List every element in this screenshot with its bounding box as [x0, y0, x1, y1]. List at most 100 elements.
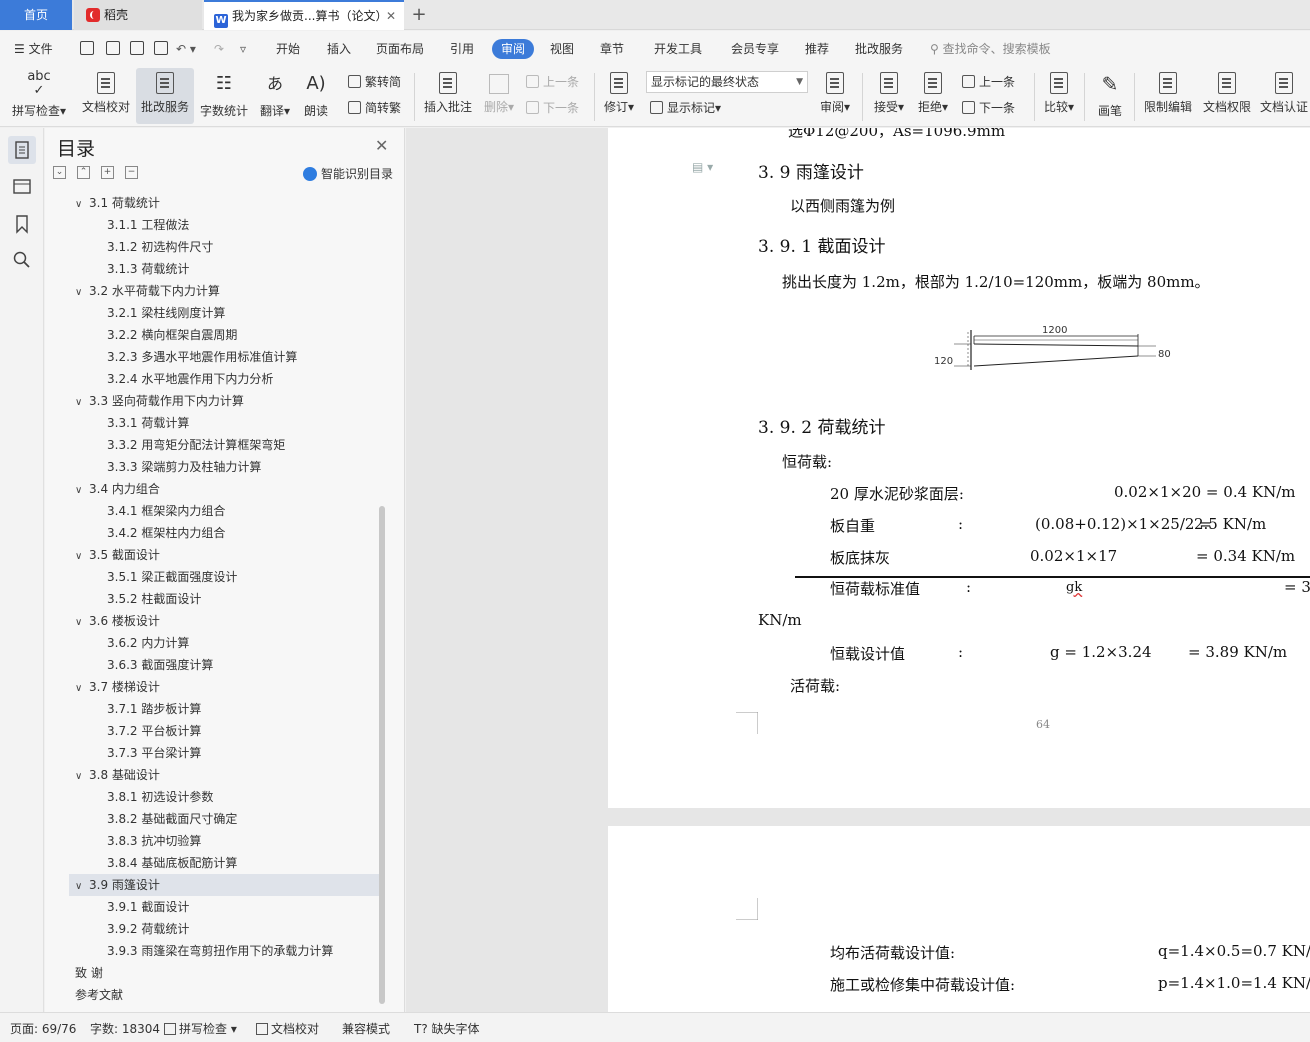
- markup-state-select[interactable]: 显示标记的最终状态 ▼: [646, 71, 808, 93]
- pen-button[interactable]: ✎ 画笔: [1092, 68, 1128, 124]
- command-search[interactable]: ⚲ 查找命令、搜索模板: [930, 39, 1051, 59]
- toc-item[interactable]: 3.8.1 初选设计参数: [107, 786, 213, 808]
- menu-tab-1[interactable]: 插入: [327, 39, 351, 59]
- next-change-button[interactable]: 下一条: [962, 99, 1015, 117]
- menu-tab-3[interactable]: 引用: [450, 39, 474, 59]
- reject-button[interactable]: 拒绝▾: [914, 68, 952, 124]
- comment-marker-icon[interactable]: ▤ ▾: [692, 160, 713, 174]
- toc-item[interactable]: 3.8.2 基础截面尺寸确定: [107, 808, 237, 830]
- delete-comment-button[interactable]: 删除▾: [480, 68, 518, 124]
- expand-up-icon[interactable]: ⌃: [77, 166, 90, 179]
- toc-item[interactable]: 3.9.3 雨篷梁在弯剪扭作用下的承载力计算: [107, 940, 333, 962]
- menu-tab-4[interactable]: 审阅: [492, 39, 535, 59]
- accept-button[interactable]: 接受▾: [870, 68, 908, 124]
- find-panel-button[interactable]: [12, 250, 32, 270]
- toc-section[interactable]: ∨ 3.9 雨篷设计: [69, 874, 379, 896]
- prev-comment-button[interactable]: 上一条: [526, 73, 579, 91]
- toc-item[interactable]: 3.1.2 初选构件尺寸: [107, 236, 213, 258]
- show-markup-button[interactable]: 显示标记▾: [650, 99, 721, 117]
- toc-section[interactable]: ∨ 3.3 竖向荷载作用下内力计算: [75, 390, 244, 412]
- doc-proof-button[interactable]: 文档校对: [78, 68, 134, 124]
- page-indicator[interactable]: 页面: 69/76: [10, 1020, 76, 1037]
- word-count-button[interactable]: ☷ 字数统计: [198, 68, 250, 124]
- compat-mode[interactable]: 兼容模式: [342, 1020, 390, 1037]
- toc-item[interactable]: 3.2.3 多遇水平地震作用标准值计算: [107, 346, 297, 368]
- word-count-indicator[interactable]: 字数: 18304: [90, 1020, 160, 1037]
- toc-item[interactable]: 3.9.1 截面设计: [107, 896, 189, 918]
- toc-item[interactable]: 3.4.2 框架柱内力组合: [107, 522, 225, 544]
- toc-section[interactable]: ∨ 3.1 荷载统计: [75, 192, 160, 214]
- toc-item[interactable]: 3.5.1 梁正截面强度设计: [107, 566, 237, 588]
- chevron-down-icon[interactable]: ∨: [75, 766, 85, 788]
- save-icon[interactable]: [80, 41, 94, 55]
- compare-button[interactable]: 比较▾: [1040, 68, 1078, 124]
- toc-panel-button[interactable]: [8, 136, 36, 164]
- simp-to-trad-button[interactable]: 简转繁: [348, 99, 401, 117]
- review-pane-button[interactable]: 审阅▾: [816, 68, 854, 124]
- revise-service-button[interactable]: 批改服务: [136, 68, 194, 124]
- bookmark-panel-button[interactable]: [12, 214, 32, 234]
- doc-permission-button[interactable]: 文档权限: [1200, 68, 1254, 124]
- chevron-down-icon[interactable]: ∨: [75, 392, 85, 414]
- doc-cert-button[interactable]: 文档认证: [1258, 68, 1310, 124]
- menu-tab-7[interactable]: 开发工具: [654, 39, 702, 59]
- track-changes-button[interactable]: 修订▾: [600, 68, 638, 124]
- translate-button[interactable]: あ 翻译▾: [256, 68, 294, 124]
- tab-home[interactable]: 首页: [0, 0, 72, 30]
- close-tab-icon[interactable]: ✕: [386, 2, 396, 30]
- status-spellcheck[interactable]: 拼写检查 ▾: [164, 1020, 237, 1037]
- toc-item[interactable]: 3.9.2 荷载统计: [107, 918, 189, 940]
- quick-access-dropdown-icon[interactable]: ▿: [240, 39, 246, 59]
- menu-tab-0[interactable]: 开始: [276, 39, 300, 59]
- toc-section[interactable]: ∨ 3.7 楼梯设计: [75, 676, 160, 698]
- new-tab-button[interactable]: +: [406, 0, 432, 30]
- toc-item[interactable]: 3.3.3 梁端剪力及柱轴力计算: [107, 456, 261, 478]
- status-doc-proof[interactable]: 文档校对: [256, 1020, 319, 1037]
- toc-item[interactable]: 3.1.3 荷载统计: [107, 258, 189, 280]
- tab-daoke[interactable]: 稻壳: [74, 0, 202, 30]
- menu-tab-2[interactable]: 页面布局: [376, 39, 424, 59]
- print-icon[interactable]: [130, 41, 144, 55]
- toc-section[interactable]: ∨ 3.6 楼板设计: [75, 610, 160, 632]
- tab-document[interactable]: W 我为家乡做贡...算书（论文） ✕: [204, 0, 404, 30]
- chevron-down-icon[interactable]: ∨: [75, 876, 85, 898]
- redo-icon[interactable]: ↷: [214, 39, 224, 59]
- outline-panel-button[interactable]: [12, 176, 32, 196]
- close-icon[interactable]: ✕: [375, 136, 388, 155]
- missing-font[interactable]: T? 缺失字体: [414, 1020, 480, 1037]
- toc-item[interactable]: 参考文献: [75, 984, 123, 1006]
- restrict-edit-button[interactable]: 限制编辑: [1140, 68, 1196, 124]
- chevron-down-icon[interactable]: ∨: [75, 282, 85, 304]
- toc-scrollbar[interactable]: [379, 506, 385, 1004]
- file-menu[interactable]: ☰ 文件: [14, 39, 53, 59]
- toc-item[interactable]: 3.2.2 横向框架自震周期: [107, 324, 237, 346]
- menu-tab-5[interactable]: 视图: [550, 39, 574, 59]
- read-aloud-button[interactable]: A) 朗读: [298, 68, 334, 124]
- menu-tab-9[interactable]: 推荐: [805, 39, 829, 59]
- toc-item[interactable]: 3.6.2 内力计算: [107, 632, 189, 654]
- add-heading-icon[interactable]: +: [101, 166, 114, 179]
- toc-item[interactable]: 3.8.3 抗冲切验算: [107, 830, 201, 852]
- toc-item[interactable]: 3.4.1 框架梁内力组合: [107, 500, 225, 522]
- toc-section[interactable]: ∨ 3.4 内力组合: [75, 478, 160, 500]
- chevron-down-icon[interactable]: ∨: [75, 612, 85, 634]
- menu-tab-6[interactable]: 章节: [600, 39, 624, 59]
- toc-item[interactable]: 3.1.1 工程做法: [107, 214, 189, 236]
- toc-item[interactable]: 3.8.4 基础底板配筋计算: [107, 852, 237, 874]
- menu-tab-8[interactable]: 会员专享: [731, 39, 779, 59]
- toc-item[interactable]: 3.5.2 柱截面设计: [107, 588, 201, 610]
- chevron-down-icon[interactable]: ∨: [75, 678, 85, 700]
- export-pdf-icon[interactable]: [106, 41, 120, 55]
- toc-item[interactable]: 3.7.2 平台板计算: [107, 720, 201, 742]
- toc-section[interactable]: ∨ 3.5 截面设计: [75, 544, 160, 566]
- collapse-all-icon[interactable]: ⌄: [53, 166, 66, 179]
- chevron-down-icon[interactable]: ∨: [75, 194, 85, 216]
- print-preview-icon[interactable]: [154, 41, 168, 55]
- toc-item[interactable]: 3.7.3 平台梁计算: [107, 742, 201, 764]
- toc-section[interactable]: ∨ 3.8 基础设计: [75, 764, 160, 786]
- smart-toc-button[interactable]: 智能识别目录: [303, 165, 393, 182]
- chevron-down-icon[interactable]: ∨: [75, 546, 85, 568]
- trad-to-simp-button[interactable]: 繁转简: [348, 73, 401, 91]
- spellcheck-button[interactable]: abc ✓ 拼写检查▾: [8, 68, 70, 124]
- chevron-down-icon[interactable]: ∨: [75, 480, 85, 502]
